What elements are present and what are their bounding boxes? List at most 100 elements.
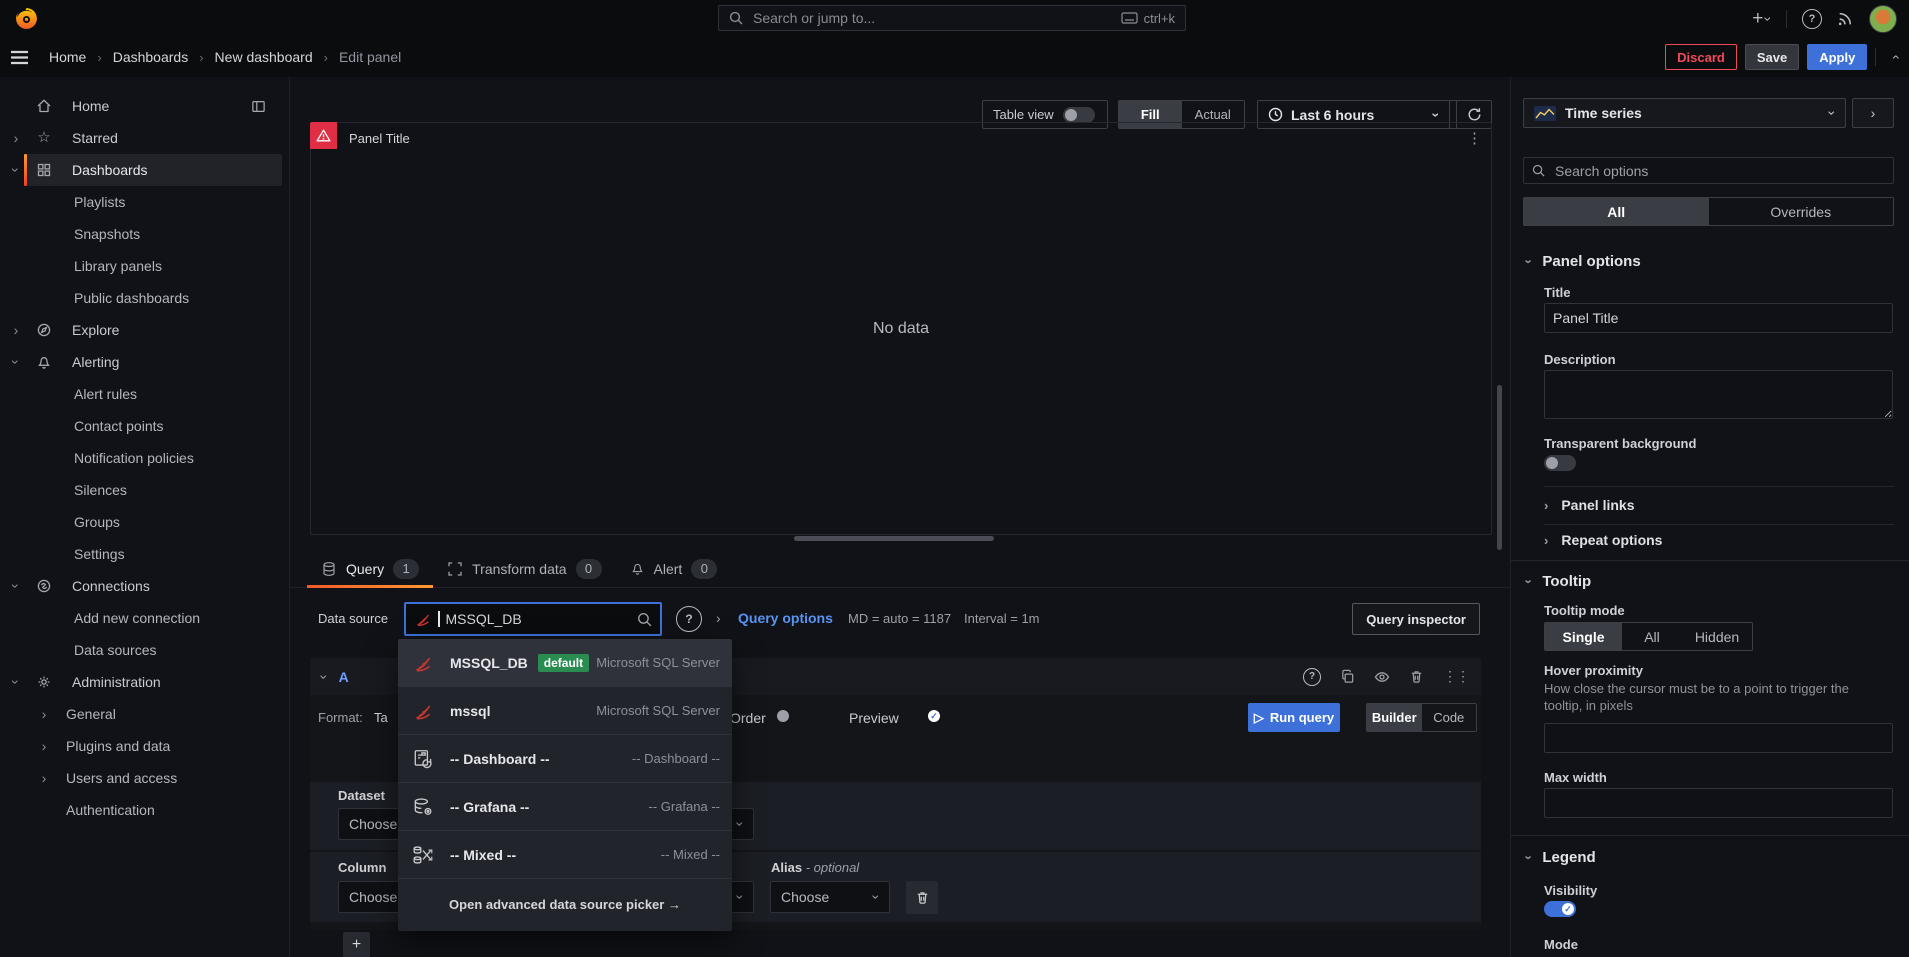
chevron-right-icon[interactable]: ›	[36, 707, 52, 721]
discard-button[interactable]: Discard	[1665, 44, 1737, 70]
alias-select[interactable]: Choose ›	[770, 881, 890, 913]
sidebar-item-administration[interactable]: › Administration	[0, 666, 289, 698]
tab-overrides[interactable]: Overrides	[1709, 198, 1894, 225]
breadcrumb-dashboards[interactable]: Dashboards	[113, 49, 189, 65]
add-column-button[interactable]: +	[343, 932, 370, 957]
sidebar-item-notification-policies[interactable]: Notification policies	[0, 442, 289, 474]
sidebar-item-general[interactable]: › General	[0, 698, 289, 730]
user-avatar[interactable]	[1869, 4, 1897, 33]
mode-hidden[interactable]: Hidden	[1682, 623, 1752, 650]
datasource-option-grafana[interactable]: -- Grafana -- -- Grafana --	[398, 783, 732, 831]
sidebar-item-settings[interactable]: Settings	[0, 538, 289, 570]
datasource-option-mssql-db[interactable]: MSSQL_DB default Microsoft SQL Server	[398, 639, 732, 687]
menu-toggle-icon[interactable]	[10, 50, 29, 65]
datasource-option-dashboard[interactable]: -- Dashboard -- -- Dashboard --	[398, 735, 732, 783]
mode-all[interactable]: All	[1622, 623, 1682, 650]
chevron-right-icon[interactable]: ›	[716, 611, 721, 625]
global-search-box[interactable]: ctrl+k	[718, 5, 1186, 31]
builder-option[interactable]: Builder	[1367, 704, 1422, 731]
hover-proximity-input[interactable]	[1544, 723, 1893, 753]
datasource-picker-input[interactable]: MSSQL_DB	[404, 602, 662, 636]
sidebar-item-plugins-and-data[interactable]: › Plugins and data	[0, 730, 289, 762]
tooltip-header[interactable]: › Tooltip	[1522, 573, 1592, 590]
apply-button[interactable]: Apply	[1807, 44, 1868, 70]
sidebar-item-groups[interactable]: Groups	[0, 506, 289, 538]
hide-query-icon[interactable]	[1374, 669, 1390, 685]
legend-visibility-toggle[interactable]: ✓	[1544, 901, 1576, 917]
chevron-right-icon[interactable]: ›	[36, 771, 52, 785]
panel-links-row[interactable]: › Panel links	[1544, 497, 1635, 513]
save-button[interactable]: Save	[1744, 44, 1800, 70]
sidebar-item-data-sources[interactable]: Data sources	[0, 634, 289, 666]
sidebar-item-alert-rules[interactable]: Alert rules	[0, 378, 289, 410]
repeat-options-row[interactable]: › Repeat options	[1544, 532, 1662, 548]
open-advanced-picker-link[interactable]: Open advanced data source picker →	[398, 879, 732, 930]
sidebar-item-add-new-connection[interactable]: Add new connection	[0, 602, 289, 634]
scrollbar-thumb[interactable]	[1497, 385, 1502, 550]
datasource-option-mssql[interactable]: mssql Microsoft SQL Server	[398, 687, 732, 735]
chevron-right-icon[interactable]: ›	[8, 131, 24, 145]
description-textarea[interactable]	[1544, 370, 1893, 419]
sidebar-item-home[interactable]: Home	[0, 90, 289, 122]
legend-header[interactable]: › Legend	[1522, 849, 1596, 866]
chevron-down-icon[interactable]: ›	[8, 162, 24, 178]
datasource-option-mixed[interactable]: -- Mixed -- -- Mixed --	[398, 831, 732, 879]
sidebar-item-library-panels[interactable]: Library panels	[0, 250, 289, 282]
chevron-down-icon[interactable]: ›	[316, 674, 332, 679]
duplicate-query-icon[interactable]	[1340, 669, 1355, 684]
sidebar-item-authentication[interactable]: Authentication	[0, 794, 289, 826]
visualization-picker[interactable]: Time series ›	[1523, 98, 1846, 128]
chevron-down-icon[interactable]: ›	[8, 674, 24, 690]
code-option[interactable]: Code	[1422, 704, 1477, 731]
collapse-header-icon[interactable]: ›	[1887, 55, 1903, 60]
remove-column-button[interactable]	[906, 881, 938, 914]
tab-query[interactable]: Query 1	[307, 550, 434, 588]
news-rss-icon[interactable]	[1837, 10, 1854, 27]
transparent-background-toggle[interactable]	[1544, 455, 1576, 471]
drag-handle-icon[interactable]: ⋮⋮	[1443, 668, 1470, 685]
panel-actions: Discard Save Apply ›	[1665, 44, 1903, 70]
dock-navigation-icon[interactable]	[251, 99, 266, 114]
table-view-toggle[interactable]	[1062, 106, 1095, 123]
options-search-input[interactable]	[1553, 161, 1885, 180]
sidebar-item-dashboards[interactable]: › Dashboards	[0, 154, 289, 186]
help-icon[interactable]: ?	[1802, 8, 1822, 29]
collapse-options-pane-button[interactable]: ›	[1852, 98, 1894, 128]
breadcrumb-new-dashboard[interactable]: New dashboard	[215, 49, 313, 65]
panel-title-input[interactable]	[1544, 303, 1893, 333]
chevron-right-icon[interactable]: ›	[36, 739, 52, 753]
breadcrumb-home[interactable]: Home	[49, 49, 86, 65]
sidebar-item-playlists[interactable]: Playlists	[0, 186, 289, 218]
chevron-down-icon[interactable]: ›	[8, 578, 24, 594]
mode-single[interactable]: Single	[1545, 623, 1622, 650]
sidebar-item-silences[interactable]: Silences	[0, 474, 289, 506]
sidebar-item-snapshots[interactable]: Snapshots	[0, 218, 289, 250]
new-menu-button[interactable]: + ›	[1752, 9, 1776, 28]
panel-options-header[interactable]: › Panel options	[1522, 253, 1641, 270]
search-input[interactable]	[751, 9, 1113, 27]
sidebar-item-contact-points[interactable]: Contact points	[0, 410, 289, 442]
run-query-button[interactable]: ▷ Run query	[1248, 703, 1340, 732]
chevron-right-icon[interactable]: ›	[8, 323, 24, 337]
query-inspector-button[interactable]: Query inspector	[1352, 603, 1480, 635]
chevron-down-icon[interactable]: ›	[8, 354, 24, 370]
sidebar-item-connections[interactable]: › Connections	[0, 570, 289, 602]
datasource-help-icon[interactable]: ?	[676, 606, 702, 632]
delete-query-icon[interactable]	[1409, 669, 1424, 684]
options-search-box[interactable]	[1523, 157, 1894, 184]
tab-alert[interactable]: Alert 0	[616, 550, 732, 587]
resize-handle[interactable]	[794, 536, 994, 541]
query-options-link[interactable]: Query options	[738, 610, 833, 626]
sidebar-item-public-dashboards[interactable]: Public dashboards	[0, 282, 289, 314]
sidebar-item-alerting[interactable]: › Alerting	[0, 346, 289, 378]
max-width-input[interactable]	[1544, 788, 1893, 818]
format-value[interactable]: Ta	[374, 710, 388, 725]
grafana-logo-icon[interactable]	[14, 6, 39, 31]
tab-transform-data[interactable]: Transform data 0	[433, 550, 615, 587]
tab-all[interactable]: All	[1524, 198, 1709, 225]
sidebar-item-starred[interactable]: › ☆ Starred	[0, 122, 289, 154]
sidebar-item-explore[interactable]: › Explore	[0, 314, 289, 346]
panel-preview[interactable]: Panel Title ⋮ No data	[310, 122, 1492, 535]
sidebar-item-users-and-access[interactable]: › Users and access	[0, 762, 289, 794]
query-help-icon[interactable]: ?	[1303, 667, 1321, 686]
